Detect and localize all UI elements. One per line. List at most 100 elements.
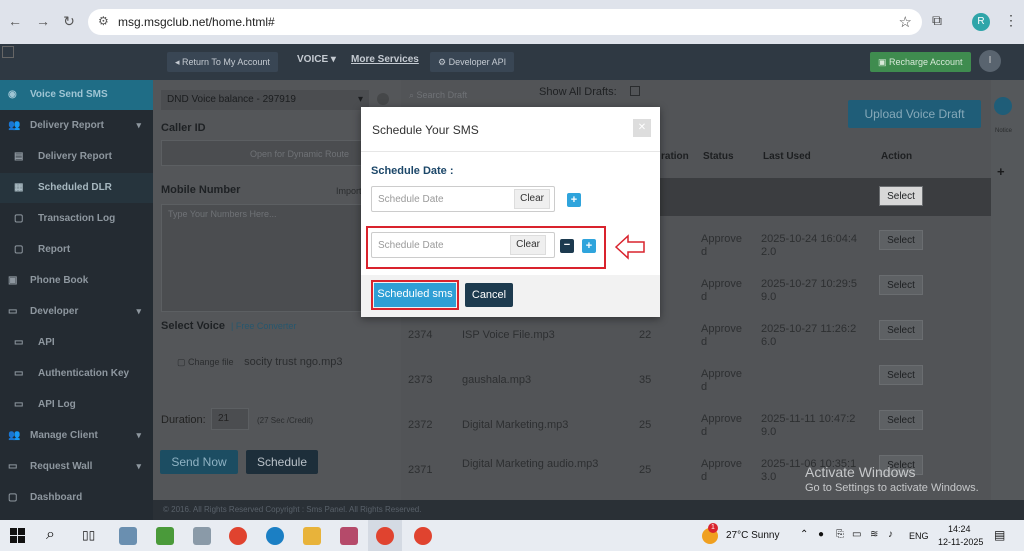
reload-icon[interactable]: ↻ [60,12,78,30]
send-now-button[interactable]: Send Now [160,450,238,474]
sidebar-item-label: Transaction Log [38,213,116,224]
schedule-date-field-1[interactable]: Schedule Date Clear [371,186,555,212]
return-account-button[interactable]: ◂ Return To My Account [167,52,278,72]
users-icon: 👥 [8,430,21,441]
sidebar-item-developer[interactable]: ▭ Developer ▾ [0,297,153,327]
notepad-icon[interactable] [119,527,137,545]
sidebar-item-transaction-log[interactable]: ▢ Transaction Log [0,204,153,234]
balance-text: DND Voice balance - 297919 [167,94,296,105]
add-icon[interactable]: + [997,164,1005,179]
voice-menu[interactable]: VOICE ▾ [297,54,336,65]
voice-file-input[interactable]: ▢ Change file socity trust ngo.mp3 [171,352,371,378]
back-icon[interactable]: ← [6,12,24,30]
sidebar: ◉ Voice Send SMS 👥 Delivery Report ▾ ▤ Deliv… [0,80,153,520]
user-avatar[interactable]: I [979,50,1001,72]
activate-windows-watermark: Activate Windows Go to Settings to activ… [805,464,979,494]
cancel-button[interactable]: Cancel [465,283,513,307]
chrome-alt-icon[interactable] [414,527,432,545]
balance-select[interactable]: DND Voice balance - 297919 ▾ [161,90,369,110]
sidebar-item-authentication-key[interactable]: ▭ Authentication Key [0,359,153,389]
monitor-icon: ▭ [14,337,24,348]
forward-icon[interactable]: → [34,12,52,30]
row-last-used: 2025-10-24 16:04:4 2.0 [761,233,858,258]
sidebar-item-manage-client[interactable]: 👥 Manage Client ▾ [0,421,153,451]
return-account-label: Return To My Account [182,57,270,67]
sidebar-item-report[interactable]: ▢ Report [0,235,153,265]
wifi-icon[interactable]: ≋ [870,529,878,540]
clock-date[interactable]: 12-11-2025 [938,537,983,547]
close-icon[interactable]: ✕ [633,119,651,137]
select-button[interactable]: Select [879,365,923,385]
schedule-button[interactable]: Schedule [246,450,318,474]
edge-icon[interactable] [266,527,284,545]
battery-icon[interactable]: ▭ [852,529,861,540]
schedule-date-field-2[interactable]: Schedule Date Clear [371,232,555,258]
sidebar-item-delivery-report[interactable]: ▤ Delivery Report [0,142,153,172]
row-last-used: 2025-10-27 11:26:2 6.0 [761,323,857,348]
show-all-checkbox[interactable] [630,86,640,96]
row-last-used: 2025-10-27 10:29:5 9.0 [761,278,858,303]
browser-menu-icon[interactable]: ⋮ [1004,12,1018,29]
row-status: Approve d [701,413,742,438]
file-explorer-icon[interactable] [303,527,321,545]
free-converter-link[interactable]: | Free Converter [231,321,296,331]
notifications-icon[interactable]: ▤ [994,528,1005,542]
add-date-button[interactable]: + [567,193,581,207]
add-date-button[interactable]: + [582,239,596,253]
sidebar-item-api[interactable]: ▭ API [0,328,153,358]
windows-start-icon[interactable] [10,528,25,543]
task-view-icon[interactable]: ▯▯ [82,528,95,542]
select-button[interactable]: Select [879,186,923,206]
sheets-icon[interactable] [156,527,174,545]
search-icon[interactable]: ⌕ [46,526,55,544]
tray-chevron-icon[interactable]: ⌃ [800,529,808,540]
numbers-placeholder: Type Your Numbers Here... [168,209,277,219]
tray-icon[interactable]: ● [818,529,824,540]
clear-button[interactable]: Clear [510,235,546,255]
monitor-icon: ▭ [14,368,24,379]
sidebar-item-scheduled-dlr[interactable]: ▦ Scheduled DLR [0,173,153,203]
scheduled-sms-button[interactable]: Scheduled sms [371,280,459,310]
row-status: Approve d [701,278,742,303]
import-button[interactable]: Import [336,186,362,196]
clock-time[interactable]: 14:24 [948,524,971,534]
clear-button[interactable]: Clear [514,189,550,209]
sidebar-item-label: Dashboard [30,492,83,503]
sidebar-item-request-wall[interactable]: ▭ Request Wall ▾ [0,452,153,482]
sidebar-item-phone-book[interactable]: ▣ Phone Book [0,266,153,296]
developer-api-button[interactable]: ⚙ Developer API [430,52,515,72]
sidebar-item-voice-send-sms[interactable]: ◉ Voice Send SMS [0,80,153,110]
recharge-account-button[interactable]: ▣ Recharge Account [870,52,971,72]
sidebar-item-dashboard[interactable]: ▢ Dashboard [0,483,153,513]
paint-icon[interactable] [193,527,211,545]
upload-voice-draft-button[interactable]: Upload Voice Draft [848,100,981,128]
select-button[interactable]: Select [879,320,923,340]
bookmark-star-icon[interactable]: ☆ [899,13,912,31]
extensions-icon[interactable]: ⧉ [932,12,942,29]
profile-avatar[interactable]: R [972,13,990,31]
remove-date-button[interactable]: − [560,239,574,253]
duration-input[interactable]: 21 [211,408,249,430]
sidebar-item-api-log[interactable]: ▭ API Log [0,390,153,420]
mobile-numbers-textarea[interactable]: Type Your Numbers Here... [161,204,393,312]
app-header: ◂ Return To My Account VOICE ▾ More Serv… [0,44,1024,80]
select-button[interactable]: Select [879,275,923,295]
meet-icon[interactable]: ⎘ [836,529,844,540]
date-placeholder: Schedule Date [378,240,444,251]
sidebar-item-delivery-report-group[interactable]: 👥 Delivery Report ▾ [0,111,153,141]
active-taskbar-item[interactable] [368,520,402,551]
caller-id-input[interactable]: Open for Dynamic Route [161,140,393,166]
notice-icon[interactable] [994,97,1012,115]
change-file-button[interactable]: ▢ Change file [177,357,234,367]
row-id: 2371 [408,464,433,476]
chrome-icon[interactable] [229,527,247,545]
search-draft-input[interactable]: ⌕ Search Draft [403,86,533,106]
app-icon[interactable] [340,527,358,545]
site-info-icon[interactable]: ⚙ [98,14,109,28]
select-button[interactable]: Select [879,410,923,430]
volume-icon[interactable]: ♪ [888,529,893,540]
select-button[interactable]: Select [879,230,923,250]
more-services-link[interactable]: More Services [351,54,419,65]
address-bar[interactable]: ⚙ msg.msgclub.net/home.html# ☆ [88,9,922,35]
language-indicator[interactable]: ENG [909,531,929,541]
